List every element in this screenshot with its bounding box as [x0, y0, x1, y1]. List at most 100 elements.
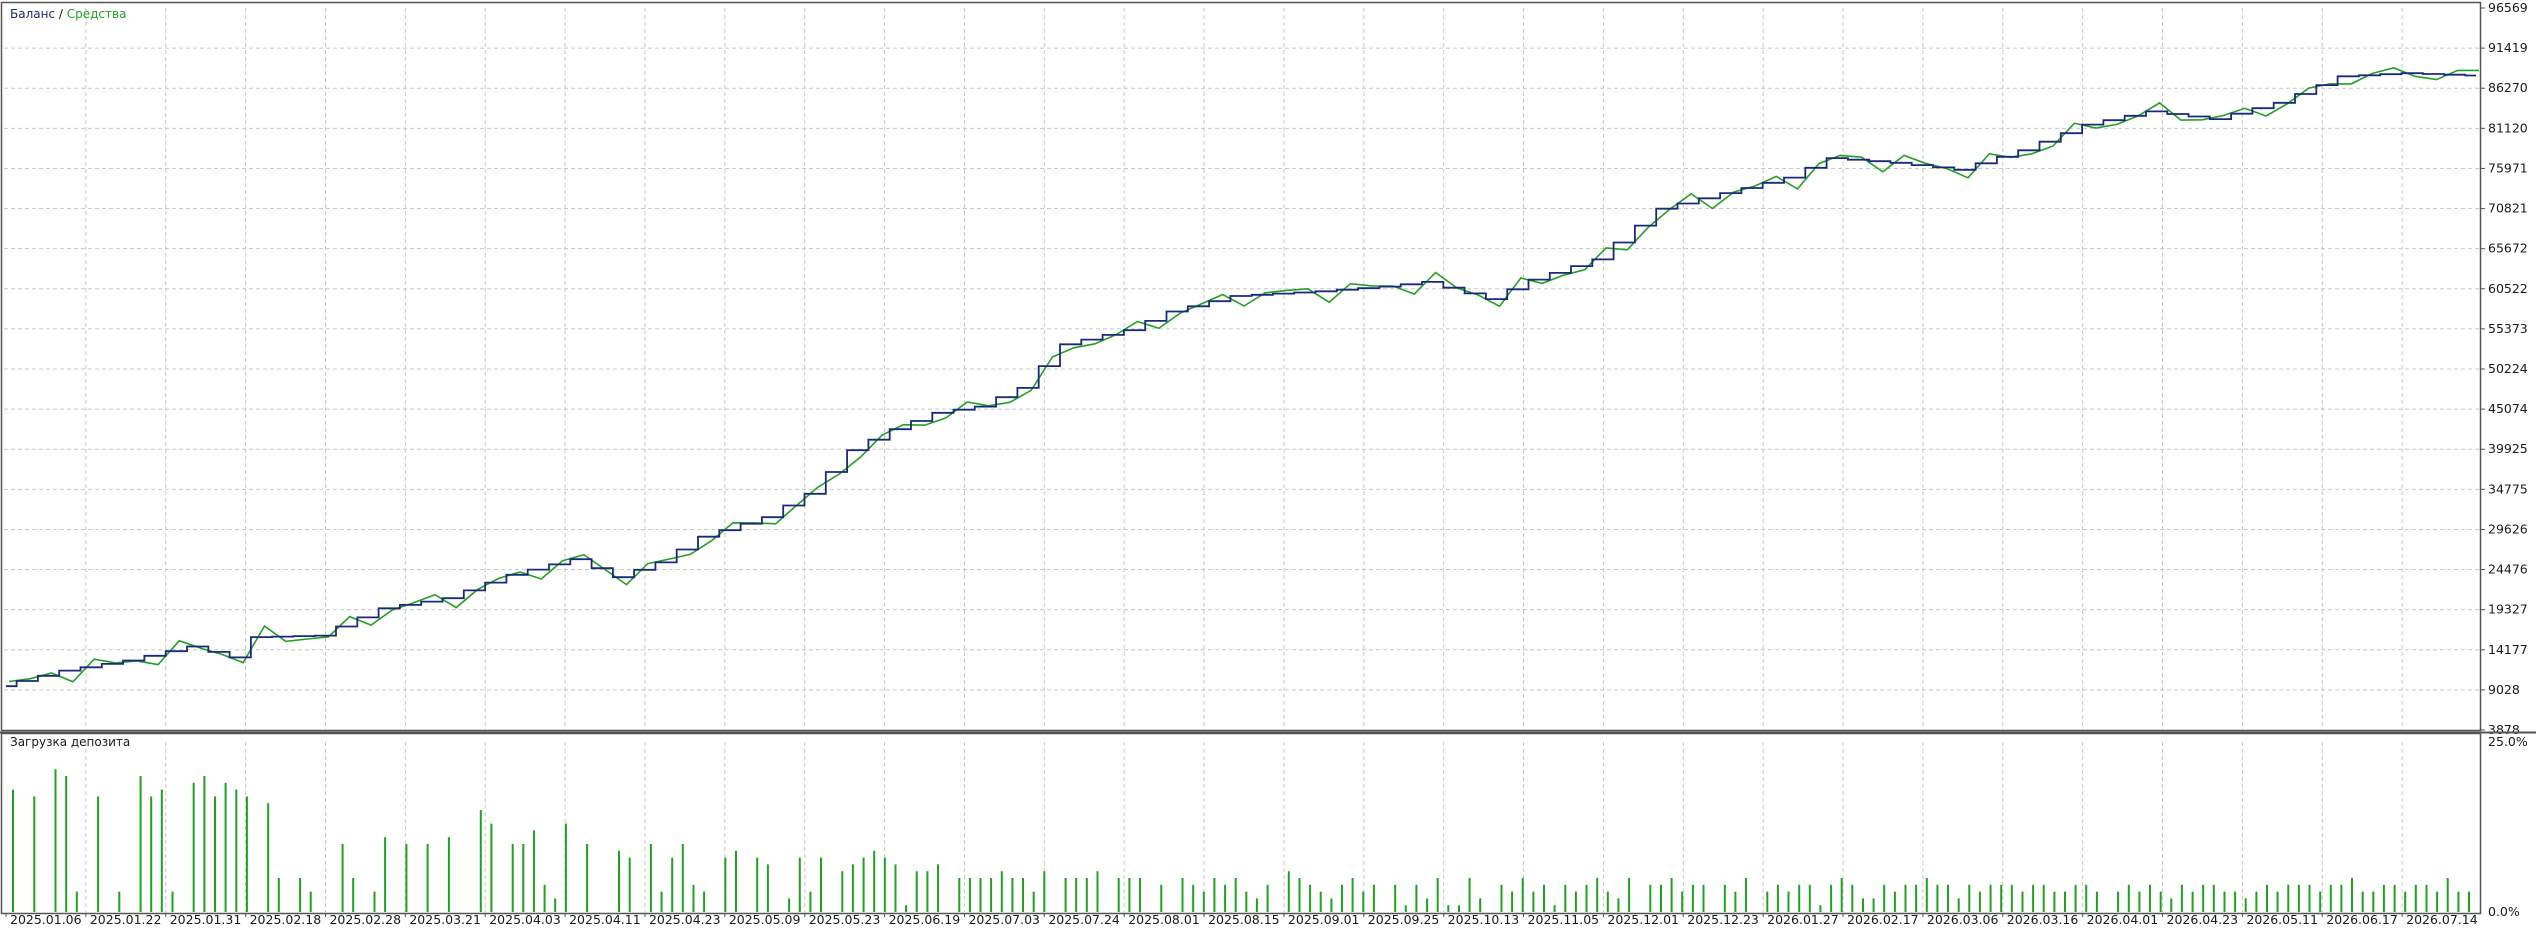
load-bar [766, 864, 769, 912]
load-bar [1234, 878, 1237, 912]
load-bar [820, 857, 822, 912]
load-bar [2138, 891, 2141, 912]
load-bar [2446, 878, 2449, 912]
y-tick-label: 34775 [2488, 481, 2528, 496]
load-bar [2297, 884, 2300, 912]
x-tick-label: 2026.06.17 [2326, 912, 2398, 927]
load-bar [1192, 884, 1195, 912]
x-tick-label: 2026.04.01 [2087, 912, 2159, 927]
load-bar [1255, 898, 1258, 912]
load-bar [1606, 891, 1609, 912]
load-bar [1872, 898, 1875, 912]
x-tick-label: 2026.02.17 [1847, 912, 1919, 927]
load-bar [2436, 891, 2439, 912]
y-tick-label: 39925 [2488, 441, 2528, 456]
load-bar [1798, 884, 1801, 912]
load-bar [1341, 884, 1343, 912]
load-bar [841, 871, 844, 912]
load-bar [1585, 884, 1588, 912]
y-tick-label: 75971 [2488, 160, 2528, 175]
load-bar [2000, 884, 2003, 912]
load-bar [447, 837, 450, 912]
x-tick-label: 2025.07.24 [1048, 912, 1120, 927]
load-bar [1670, 878, 1673, 912]
load-bar [2382, 884, 2385, 912]
load-bar [724, 857, 727, 912]
load-bar [1925, 878, 1928, 912]
load-bar [703, 891, 706, 912]
y-tick-label: 19327 [2488, 602, 2528, 617]
load-bar [1808, 884, 1811, 912]
load-bar [735, 850, 737, 912]
load-bar [1723, 884, 1726, 912]
load-bar [2095, 891, 2098, 912]
load-bar [1691, 884, 1694, 912]
load-bar [2255, 891, 2258, 912]
load-bar [1287, 871, 1290, 912]
load-bar [2468, 891, 2470, 912]
load-bar [1745, 878, 1747, 912]
x-tick-label: 2025.05.09 [729, 912, 801, 927]
load-bar [2159, 891, 2162, 912]
load-bar [405, 844, 408, 912]
x-tick-label: 2025.11.05 [1528, 912, 1600, 927]
load-bar [1202, 891, 1205, 912]
x-tick-label: 2025.05.23 [809, 912, 881, 927]
load-bar [2308, 884, 2311, 912]
load-bar [1553, 905, 1556, 912]
load-bar [1660, 884, 1662, 912]
load-bar [1064, 878, 1067, 912]
load-bar [2340, 884, 2343, 912]
load-bar [1628, 878, 1631, 912]
load-bar [490, 823, 493, 912]
load-bar [2212, 884, 2215, 912]
x-tick-label: 2025.04.03 [489, 912, 561, 927]
load-bar [277, 878, 280, 912]
x-tick-label: 2026.04.23 [2167, 912, 2239, 927]
load-bar [1213, 878, 1216, 912]
load-bar [203, 776, 206, 912]
load-bar [33, 796, 36, 912]
load-bar [1543, 884, 1545, 912]
y-tick-label: 24476 [2488, 562, 2528, 577]
y-tick-label: 70821 [2488, 201, 2528, 216]
load-bar [192, 782, 195, 912]
x-tick-label: 2025.10.13 [1448, 912, 1520, 927]
load-bar [1458, 905, 1460, 912]
load-bar [1681, 891, 1684, 912]
load-bar [990, 878, 993, 912]
load-y-tick-label: 0.0% [2488, 904, 2520, 919]
load-bar [1447, 905, 1450, 912]
load-bar [1702, 884, 1705, 912]
load-bar [299, 878, 302, 912]
load-bar [2372, 891, 2375, 912]
load-bar [1893, 891, 1896, 912]
load-bar [235, 789, 238, 912]
load-bar [2170, 898, 2173, 912]
y-tick-label: 86270 [2488, 80, 2528, 95]
load-bar [2425, 884, 2428, 912]
load-bar [1862, 898, 1864, 912]
x-tick-label: 2025.06.19 [889, 912, 961, 927]
legend-separator: / [55, 7, 67, 21]
load-bar [1500, 884, 1503, 912]
load-bar [160, 789, 163, 912]
load-bar [862, 857, 865, 912]
load-bar [309, 891, 312, 912]
load-bar [1245, 891, 1248, 912]
y-tick-label: 9028 [2488, 682, 2520, 697]
x-tick-label: 2025.01.22 [90, 912, 162, 927]
x-tick-label: 2025.02.18 [250, 912, 322, 927]
y-tick-label: 81120 [2488, 120, 2528, 135]
load-bar [1574, 891, 1577, 912]
y-tick-label: 91419 [2488, 40, 2528, 55]
x-tick-label: 2025.03.21 [409, 912, 481, 927]
equity-chart: 96569 91419 86270 81120 75971 70821 65672 60522… [0, 0, 2536, 928]
load-bar [2117, 891, 2120, 912]
load-bar [1479, 898, 1482, 912]
load-bar [533, 830, 535, 912]
load-bar [118, 891, 121, 912]
load-bar [1883, 884, 1886, 912]
load-bar [1415, 884, 1418, 912]
load-bar [2085, 884, 2088, 912]
